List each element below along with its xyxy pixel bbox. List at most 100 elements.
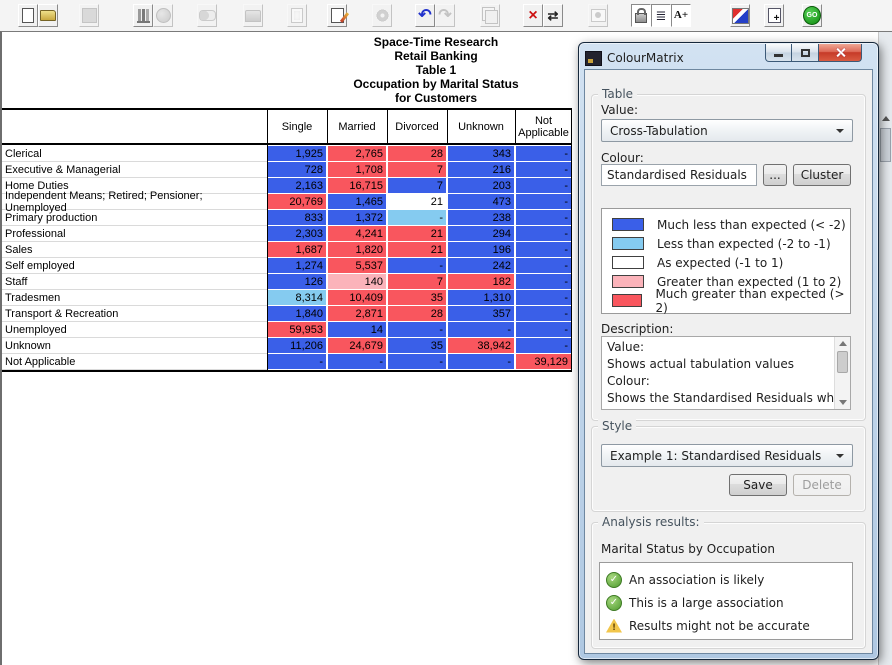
table-cell[interactable]: -	[516, 338, 571, 353]
table-cell[interactable]: 343	[448, 146, 514, 161]
close-button[interactable]	[819, 44, 862, 62]
table-cell[interactable]: -	[516, 162, 571, 177]
table-cell[interactable]: 21	[388, 226, 446, 241]
table-cell[interactable]: 16,715	[328, 178, 386, 193]
table-cell[interactable]: 1,925	[268, 146, 326, 161]
table-cell[interactable]: 4,241	[328, 226, 386, 241]
table-cell[interactable]: 182	[448, 274, 514, 289]
scroll-up-icon[interactable]	[880, 112, 891, 125]
table-cell[interactable]: -	[448, 354, 514, 369]
table-cell[interactable]: 2,163	[268, 178, 326, 193]
maximize-button[interactable]	[792, 44, 819, 62]
row-header[interactable]: Unknown	[2, 338, 267, 354]
table-cell[interactable]: 21	[388, 242, 446, 257]
scroll-up-icon[interactable]	[838, 339, 847, 348]
table-cell[interactable]: 1,372	[328, 210, 386, 225]
row-header[interactable]: Transport & Recreation	[2, 306, 267, 322]
value-dropdown[interactable]: Cross-Tabulation	[601, 119, 853, 142]
row-header[interactable]: Independent Means; Retired; Pensioner; U…	[2, 194, 267, 210]
undo-button[interactable]: ↶	[415, 4, 435, 27]
table-cell[interactable]: 238	[448, 210, 514, 225]
table-cell[interactable]: 21	[388, 194, 446, 209]
cluster-button[interactable]: Cluster	[793, 164, 851, 186]
row-header[interactable]: Primary production	[2, 210, 267, 226]
table-cell[interactable]: 20,769	[268, 194, 326, 209]
new-document-button[interactable]	[18, 4, 38, 27]
table-cell[interactable]: 473	[448, 194, 514, 209]
table-cell[interactable]: 38,942	[448, 338, 514, 353]
table-cell[interactable]: 7	[388, 162, 446, 177]
table-cell[interactable]: -	[516, 146, 571, 161]
table-cell[interactable]: 833	[268, 210, 326, 225]
table-cell[interactable]: 24,679	[328, 338, 386, 353]
table-cell[interactable]: 1,820	[328, 242, 386, 257]
open-folder-button[interactable]	[38, 4, 58, 27]
new-table-button[interactable]: +	[764, 4, 784, 27]
column-header-unknown[interactable]: Unknown	[448, 110, 514, 143]
table-cell[interactable]: -	[388, 322, 446, 337]
go-button[interactable]: GO	[802, 4, 822, 27]
scroll-down-icon[interactable]	[838, 398, 847, 407]
table-cell[interactable]: -	[516, 178, 571, 193]
table-cell[interactable]: 14	[328, 322, 386, 337]
table-cell[interactable]: 140	[328, 274, 386, 289]
table-cell[interactable]: 28	[388, 306, 446, 321]
colour-field[interactable]: Standardised Residuals	[601, 164, 757, 186]
table-cell[interactable]: -	[516, 290, 571, 305]
table-cell[interactable]: 728	[268, 162, 326, 177]
table-cell[interactable]: -	[516, 306, 571, 321]
table-cell[interactable]: 11,206	[268, 338, 326, 353]
row-header[interactable]: Staff	[2, 274, 267, 290]
column-header-married[interactable]: Married	[328, 110, 386, 143]
table-cell[interactable]: 196	[448, 242, 514, 257]
table-cell[interactable]: 357	[448, 306, 514, 321]
row-header[interactable]: Executive & Managerial	[2, 162, 267, 178]
row-header[interactable]: Clerical	[2, 146, 267, 162]
table-cell[interactable]: 203	[448, 178, 514, 193]
table-cell[interactable]: 39,129	[516, 354, 571, 369]
column-header-not-applicable[interactable]: Not Applicable	[516, 110, 571, 143]
table-cell[interactable]: 2,871	[328, 306, 386, 321]
table-cell[interactable]: -	[388, 210, 446, 225]
table-cell[interactable]: 126	[268, 274, 326, 289]
colourmatrix-button[interactable]	[730, 4, 750, 27]
scrollbar-thumb[interactable]	[880, 128, 891, 162]
row-header[interactable]: Professional	[2, 226, 267, 242]
table-cell[interactable]: 216	[448, 162, 514, 177]
transpose-button[interactable]: ⇄	[543, 4, 563, 27]
table-cell[interactable]: -	[388, 354, 446, 369]
table-cell[interactable]: -	[388, 258, 446, 273]
table-cell[interactable]: 10,409	[328, 290, 386, 305]
table-cell[interactable]: 7	[388, 178, 446, 193]
row-header[interactable]: Sales	[2, 242, 267, 258]
table-cell[interactable]: 1,310	[448, 290, 514, 305]
table-cell[interactable]: 294	[448, 226, 514, 241]
table-cell[interactable]: 8,314	[268, 290, 326, 305]
table-cell[interactable]: -	[448, 322, 514, 337]
minimize-button[interactable]	[765, 44, 792, 62]
table-cell[interactable]: -	[516, 274, 571, 289]
table-cell[interactable]: 35	[388, 290, 446, 305]
table-cell[interactable]: 1,465	[328, 194, 386, 209]
table-cell[interactable]: 59,953	[268, 322, 326, 337]
font-size-button[interactable]: A+	[671, 4, 691, 27]
column-header-divorced[interactable]: Divorced	[388, 110, 446, 143]
table-cell[interactable]: -	[328, 354, 386, 369]
edit-notes-button[interactable]	[327, 4, 347, 27]
table-cell[interactable]: -	[516, 258, 571, 273]
description-scrollbar[interactable]	[834, 337, 850, 409]
table-cell[interactable]: -	[516, 210, 571, 225]
lock-button[interactable]	[631, 4, 651, 27]
save-button[interactable]: Save	[729, 474, 787, 496]
dialog-titlebar[interactable]: ColourMatrix	[585, 47, 684, 69]
table-cell[interactable]: 5,537	[328, 258, 386, 273]
column-header-single[interactable]: Single	[268, 110, 326, 143]
table-cell[interactable]: -	[516, 322, 571, 337]
table-cell[interactable]: 1,687	[268, 242, 326, 257]
vertical-scrollbar[interactable]	[878, 32, 892, 665]
table-cell[interactable]: 35	[388, 338, 446, 353]
table-cell[interactable]: 7	[388, 274, 446, 289]
browse-button[interactable]: ...	[763, 164, 787, 186]
table-cell[interactable]: -	[516, 194, 571, 209]
style-dropdown[interactable]: Example 1: Standardised Residuals	[601, 444, 853, 467]
